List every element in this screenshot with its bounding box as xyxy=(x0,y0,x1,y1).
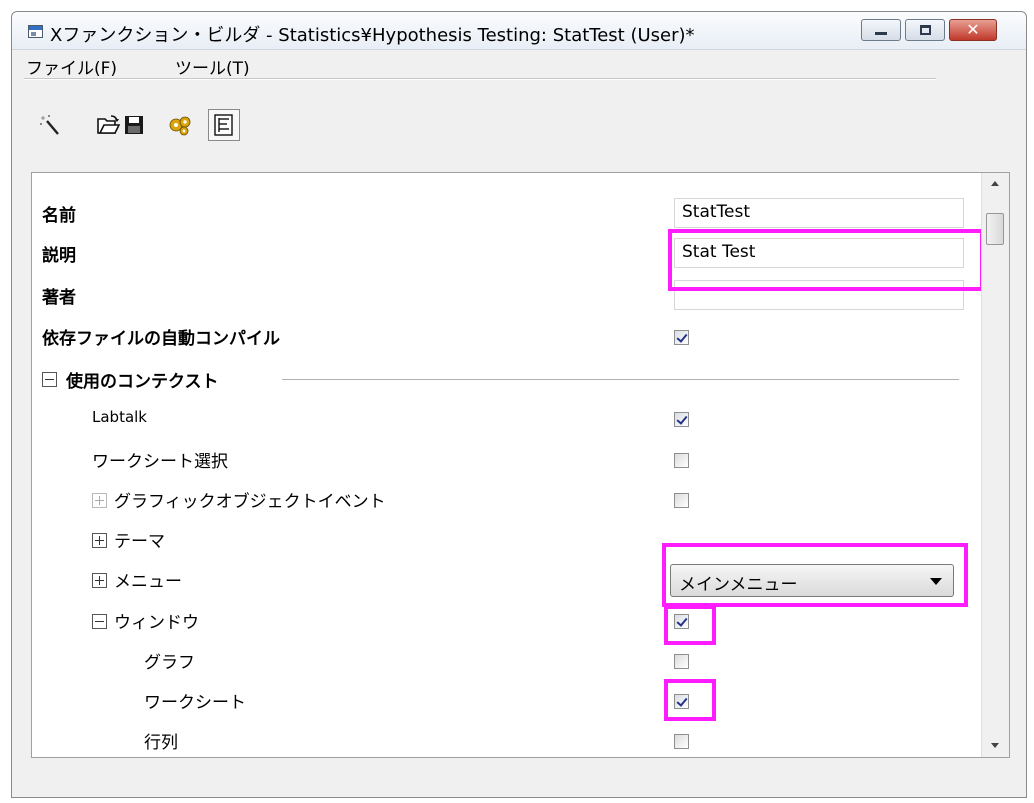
section-divider xyxy=(282,379,959,380)
highlight-description xyxy=(668,229,981,291)
scroll-down-icon[interactable] xyxy=(982,735,1009,757)
context-row-worksheet: ワークシート xyxy=(32,682,981,720)
open-button[interactable] xyxy=(94,111,122,139)
context-row-graph: グラフ xyxy=(32,642,981,680)
expand-icon[interactable] xyxy=(92,493,107,508)
worksheet-selection-label: ワークシート選択 xyxy=(92,452,228,472)
labtalk-checkbox[interactable] xyxy=(674,412,689,427)
minimize-icon xyxy=(875,32,887,35)
matrix-label: 行列 xyxy=(144,733,178,753)
scroll-thumb[interactable] xyxy=(986,213,1004,245)
tree-view-button[interactable] xyxy=(208,109,240,141)
context-section-header: 使用のコンテクスト xyxy=(32,361,981,399)
magic-wand-icon xyxy=(40,115,59,135)
minimize-button[interactable] xyxy=(861,19,901,41)
gear-icon xyxy=(169,116,191,136)
toolbar xyxy=(12,109,1026,141)
app-icon xyxy=(28,25,43,38)
graphic-object-checkbox[interactable] xyxy=(674,493,689,508)
context-row-worksheet-selection: ワークシート選択 xyxy=(32,441,981,479)
autocompile-label: 依存ファイルの自動コンパイル xyxy=(42,329,280,349)
menu-bar: ファイル(F) ツール(T) xyxy=(12,51,1026,79)
close-button[interactable]: ✕ xyxy=(949,19,997,41)
graph-checkbox[interactable] xyxy=(674,654,689,669)
labtalk-label: Labtalk xyxy=(92,408,147,426)
window-title: Xファンクション・ビルダ - Statistics¥Hypothesis Tes… xyxy=(50,25,695,46)
context-row-matrix: 行列 xyxy=(32,722,981,757)
menu-label: メニュー xyxy=(114,572,182,592)
property-row-name: 名前 StatTest xyxy=(32,195,981,233)
expand-icon[interactable] xyxy=(92,533,107,548)
save-icon xyxy=(125,116,143,134)
compile-button[interactable] xyxy=(166,111,194,139)
new-wizard-button[interactable] xyxy=(36,111,64,139)
vertical-scrollbar[interactable] xyxy=(981,173,1009,757)
highlight-worksheet-checkbox xyxy=(664,679,716,721)
context-row-labtalk: Labtalk xyxy=(32,400,981,438)
theme-label: テーマ xyxy=(114,532,165,552)
matrix-checkbox[interactable] xyxy=(674,734,689,749)
close-icon: ✕ xyxy=(966,20,980,39)
maximize-button[interactable] xyxy=(905,19,945,41)
graphic-object-label: グラフィックオブジェクトイベント xyxy=(114,492,386,512)
name-field[interactable]: StatTest xyxy=(674,198,964,228)
highlight-window-checkbox xyxy=(664,605,716,645)
menu-divider xyxy=(24,78,936,80)
title-bar[interactable]: Xファンクション・ビルダ - Statistics¥Hypothesis Tes… xyxy=(12,12,1026,50)
maximize-icon xyxy=(920,25,931,35)
author-label: 著者 xyxy=(42,288,76,308)
property-panel: 名前 StatTest 説明 Stat Test 著者 依存ファイルの自動コンパ… xyxy=(31,172,1010,758)
context-row-graphic-object: グラフィックオブジェクトイベント xyxy=(32,481,981,519)
name-label: 名前 xyxy=(42,206,76,226)
description-label: 説明 xyxy=(42,246,76,266)
collapse-icon[interactable] xyxy=(92,614,107,629)
xfunction-builder-window: Xファンクション・ビルダ - Statistics¥Hypothesis Tes… xyxy=(11,11,1027,798)
menu-tools[interactable]: ツール(T) xyxy=(175,54,250,79)
property-row-autocompile: 依存ファイルの自動コンパイル xyxy=(32,318,981,356)
save-button[interactable] xyxy=(120,111,148,139)
worksheet-selection-checkbox[interactable] xyxy=(674,453,689,468)
property-grid: 名前 StatTest 説明 Stat Test 著者 依存ファイルの自動コンパ… xyxy=(32,173,981,757)
expand-icon[interactable] xyxy=(92,573,107,588)
context-section-label: 使用のコンテクスト xyxy=(66,372,219,392)
worksheet-label: ワークシート xyxy=(144,693,246,713)
context-row-window: ウィンドウ xyxy=(32,602,981,640)
menu-file[interactable]: ファイル(F) xyxy=(26,54,117,79)
collapse-icon[interactable] xyxy=(42,372,57,387)
folder-open-icon xyxy=(97,115,120,134)
graph-label: グラフ xyxy=(144,653,195,673)
autocompile-checkbox[interactable] xyxy=(674,330,689,345)
scroll-up-icon[interactable] xyxy=(982,173,1009,195)
window-label: ウィンドウ xyxy=(114,613,199,633)
tree-view-icon xyxy=(214,114,233,136)
highlight-menu-dropdown xyxy=(662,543,968,607)
